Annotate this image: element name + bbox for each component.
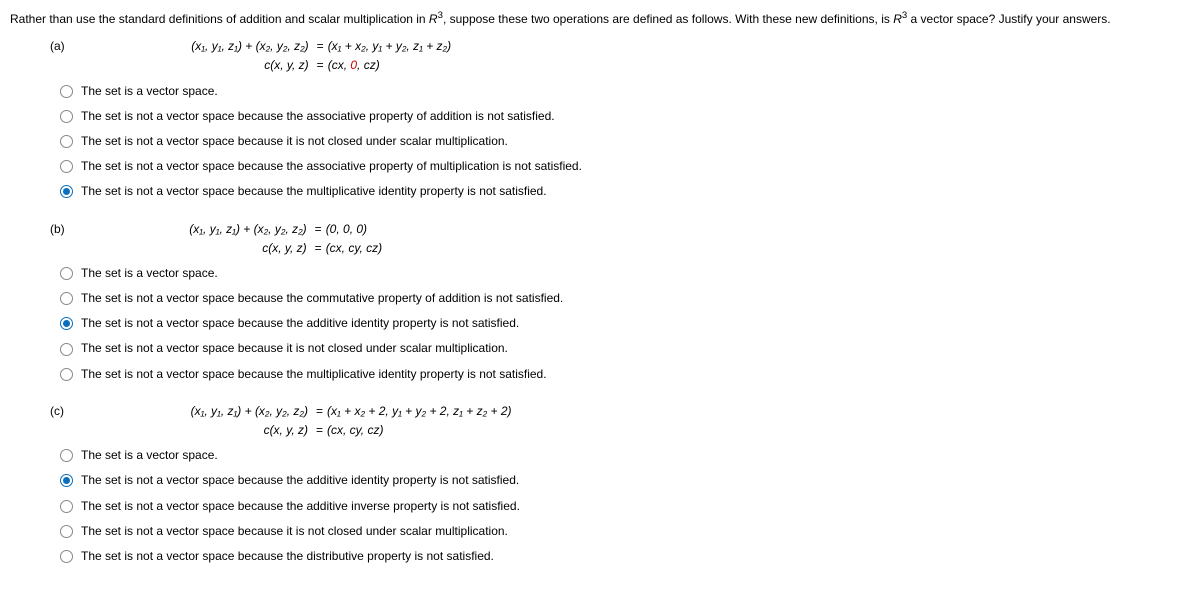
intro-text: a vector space? Justify your answers. xyxy=(907,12,1110,26)
eq-rhs: (cx, cy, cz) xyxy=(327,421,383,440)
part-header: (c) (x₁, y₁, z₁) + (x₂, y₂, z₂) = (x₁ + … xyxy=(50,402,1190,440)
option-c5[interactable]: The set is not a vector space because th… xyxy=(60,547,1190,566)
eq-equals: = xyxy=(312,402,327,421)
eq-rhs: (cx, cy, cz) xyxy=(326,239,382,258)
option-label: The set is not a vector space because it… xyxy=(81,522,508,541)
eq-rhs: (0, 0, 0) xyxy=(326,220,367,239)
part-label: (c) xyxy=(50,402,64,421)
question-intro: Rather than use the standard definitions… xyxy=(10,8,1190,29)
option-c2[interactable]: The set is not a vector space because th… xyxy=(60,471,1190,490)
radio-icon xyxy=(60,317,73,330)
equations: (x₁, y₁, z₁) + (x₂, y₂, z₂) = (x₁ + x₂, … xyxy=(73,37,451,75)
option-label: The set is not a vector space because th… xyxy=(81,182,547,201)
equation-scalar: c(x, y, z) = (cx, cy, cz) xyxy=(73,239,382,258)
eq-rhs: (x₁ + x₂ + 2, y₁ + y₂ + 2, z₁ + z₂ + 2) xyxy=(327,402,512,421)
part-header: (a) (x₁, y₁, z₁) + (x₂, y₂, z₂) = (x₁ + … xyxy=(50,37,1190,75)
equation-addition: (x₁, y₁, z₁) + (x₂, y₂, z₂) = (0, 0, 0) xyxy=(73,220,382,239)
eq-equals: = xyxy=(311,239,326,258)
part-label: (b) xyxy=(50,220,65,239)
radio-icon xyxy=(60,368,73,381)
radio-icon xyxy=(60,292,73,305)
set-symbol: R xyxy=(893,12,902,26)
option-b5[interactable]: The set is not a vector space because th… xyxy=(60,365,1190,384)
equation-addition: (x₁, y₁, z₁) + (x₂, y₂, z₂) = (x₁ + x₂ +… xyxy=(72,402,512,421)
option-a3[interactable]: The set is not a vector space because it… xyxy=(60,132,1190,151)
eq-lhs: c(x, y, z) xyxy=(73,239,311,258)
option-a2[interactable]: The set is not a vector space because th… xyxy=(60,107,1190,126)
eq-lhs: (x₁, y₁, z₁) + (x₂, y₂, z₂) xyxy=(73,37,313,56)
eq-equals: = xyxy=(311,220,326,239)
radio-icon xyxy=(60,185,73,198)
option-b4[interactable]: The set is not a vector space because it… xyxy=(60,339,1190,358)
option-label: The set is not a vector space because th… xyxy=(81,497,520,516)
radio-icon xyxy=(60,500,73,513)
eq-rhs: (x₁ + x₂, y₁ + y₂, z₁ + z₂) xyxy=(328,37,451,56)
option-a4[interactable]: The set is not a vector space because th… xyxy=(60,157,1190,176)
part-header: (b) (x₁, y₁, z₁) + (x₂, y₂, z₂) = (0, 0,… xyxy=(50,220,1190,258)
option-b2[interactable]: The set is not a vector space because th… xyxy=(60,289,1190,308)
option-a5[interactable]: The set is not a vector space because th… xyxy=(60,182,1190,201)
option-c3[interactable]: The set is not a vector space because th… xyxy=(60,497,1190,516)
eq-lhs: (x₁, y₁, z₁) + (x₂, y₂, z₂) xyxy=(72,402,312,421)
option-c1[interactable]: The set is a vector space. xyxy=(60,446,1190,465)
option-label: The set is a vector space. xyxy=(81,446,218,465)
eq-lhs: (x₁, y₁, z₁) + (x₂, y₂, z₂) xyxy=(73,220,311,239)
intro-text: Rather than use the standard definitions… xyxy=(10,12,429,26)
radio-icon xyxy=(60,343,73,356)
option-label: The set is not a vector space because th… xyxy=(81,547,494,566)
radio-icon xyxy=(60,449,73,462)
part-b: (b) (x₁, y₁, z₁) + (x₂, y₂, z₂) = (0, 0,… xyxy=(50,220,1190,384)
eq-lhs: c(x, y, z) xyxy=(72,421,312,440)
intro-text: , suppose these two operations are defin… xyxy=(443,12,893,26)
radio-icon xyxy=(60,110,73,123)
option-label: The set is not a vector space because it… xyxy=(81,339,508,358)
part-label: (a) xyxy=(50,37,65,56)
option-label: The set is not a vector space because th… xyxy=(81,157,582,176)
option-a1[interactable]: The set is a vector space. xyxy=(60,82,1190,101)
option-label: The set is not a vector space because th… xyxy=(81,365,547,384)
radio-icon xyxy=(60,135,73,148)
option-b1[interactable]: The set is a vector space. xyxy=(60,264,1190,283)
eq-equals: = xyxy=(313,37,328,56)
equations: (x₁, y₁, z₁) + (x₂, y₂, z₂) = (x₁ + x₂ +… xyxy=(72,402,512,440)
part-a: (a) (x₁, y₁, z₁) + (x₂, y₂, z₂) = (x₁ + … xyxy=(50,37,1190,201)
option-label: The set is a vector space. xyxy=(81,82,218,101)
eq-equals: = xyxy=(313,56,328,75)
radio-icon xyxy=(60,267,73,280)
radio-icon xyxy=(60,550,73,563)
radio-icon xyxy=(60,474,73,487)
eq-equals: = xyxy=(312,421,327,440)
option-label: The set is not a vector space because th… xyxy=(81,471,519,490)
equation-addition: (x₁, y₁, z₁) + (x₂, y₂, z₂) = (x₁ + x₂, … xyxy=(73,37,451,56)
equations: (x₁, y₁, z₁) + (x₂, y₂, z₂) = (0, 0, 0) … xyxy=(73,220,382,258)
radio-icon xyxy=(60,525,73,538)
set-symbol: R xyxy=(429,12,438,26)
eq-rhs: (cx, 0, cz) xyxy=(328,56,380,75)
option-label: The set is a vector space. xyxy=(81,264,218,283)
option-label: The set is not a vector space because th… xyxy=(81,107,555,126)
option-label: The set is not a vector space because it… xyxy=(81,132,508,151)
part-c: (c) (x₁, y₁, z₁) + (x₂, y₂, z₂) = (x₁ + … xyxy=(50,402,1190,566)
option-label: The set is not a vector space because th… xyxy=(81,289,563,308)
equation-scalar: c(x, y, z) = (cx, cy, cz) xyxy=(72,421,512,440)
radio-icon xyxy=(60,160,73,173)
eq-lhs: c(x, y, z) xyxy=(73,56,313,75)
equation-scalar: c(x, y, z) = (cx, 0, cz) xyxy=(73,56,451,75)
option-b3[interactable]: The set is not a vector space because th… xyxy=(60,314,1190,333)
option-c4[interactable]: The set is not a vector space because it… xyxy=(60,522,1190,541)
option-label: The set is not a vector space because th… xyxy=(81,314,519,333)
radio-icon xyxy=(60,85,73,98)
